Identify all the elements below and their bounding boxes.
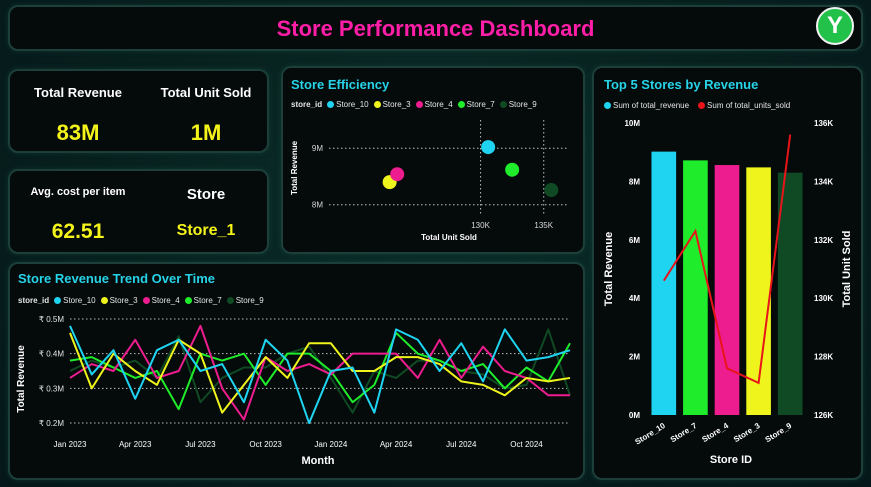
trend-x-tick-label: Jan 2024 <box>314 440 347 449</box>
bar-y2-tick-label: 130K <box>814 294 833 303</box>
brand-logo: Y <box>816 7 854 45</box>
trend-series-line <box>69 325 571 425</box>
scatter-point <box>390 167 405 182</box>
trend-y-tick-label: ₹ 0.4M <box>39 350 64 359</box>
bar-y2-tick-label: 126K <box>814 411 833 420</box>
revenue-bar <box>683 160 708 415</box>
store-efficiency-panel: Store Efficiency store_id Store_10 Store… <box>281 66 585 254</box>
trend-x-tick-label: Jul 2023 <box>185 440 216 449</box>
trend-y-tick-label: ₹ 0.3M <box>39 384 64 393</box>
bar-y-tick-label: 6M <box>629 236 640 245</box>
bar-x-tick-label: Store_3 <box>732 421 762 444</box>
trend-x-tick-label: Jan 2023 <box>54 440 87 449</box>
bar-y-tick-label: 8M <box>629 177 640 186</box>
avg-cost-label: Avg. cost per item <box>30 186 126 198</box>
trend-series-line <box>69 328 571 414</box>
trend-x-tick-label: Jul 2024 <box>446 440 477 449</box>
page-title: Store Performance Dashboard <box>276 16 595 41</box>
bar-y2-tick-label: 132K <box>814 236 833 245</box>
scatter-y-tick-label: 8M <box>312 201 323 210</box>
scatter-x-tick-label: 130K <box>471 221 490 230</box>
scatter-y-axis-label: Total Revenue <box>290 140 299 195</box>
trend-y-tick-label: ₹ 0.5M <box>39 315 64 324</box>
scatter-point <box>544 183 559 198</box>
trend-x-axis-label: Month <box>302 455 335 467</box>
revenue-bar <box>651 151 677 415</box>
bar-x-tick-label: Store_9 <box>764 421 794 444</box>
trend-x-tick-label: Apr 2024 <box>380 440 413 449</box>
bar-y2-tick-label: 128K <box>814 353 833 362</box>
scatter-y-tick-label: 9M <box>312 144 323 153</box>
top5-bar-chart: 0M 2M 4M 6M 8M 10M 126K 128K 130K 132K 134K 136K Sto… <box>603 119 853 466</box>
trend-x-tick-label: Oct 2024 <box>510 440 543 449</box>
bar-y2-axis-label: Total Unit Sold <box>841 231 853 308</box>
trend-y-axis-label: Total Revenue <box>16 345 27 413</box>
bar-x-tick-label: Store_10 <box>633 421 667 447</box>
total-units-label: Total Unit Sold <box>160 85 252 100</box>
avg-cost-value: 62.51 <box>51 220 105 243</box>
header-panel: Store Performance Dashboard <box>8 5 863 51</box>
bar-y-tick-label: 0M <box>629 411 640 420</box>
bar-y2-tick-label: 134K <box>814 177 833 186</box>
bar-x-tick-label: Store_4 <box>700 421 730 444</box>
trend-y-tick-label: ₹ 0.2M <box>39 419 64 428</box>
revenue-bar <box>714 165 740 415</box>
store-value: Store_1 <box>176 222 236 239</box>
store-label: Store <box>186 186 226 203</box>
total-revenue-label: Total Revenue <box>34 85 122 100</box>
scatter-x-tick-label: 135K <box>534 221 553 230</box>
kpi-card-revenue-units: Total Revenue 83M Total Unit Sold 1M <box>8 69 269 153</box>
bar-x-tick-label: Store_7 <box>669 421 699 444</box>
bar-x-axis-label: Store ID <box>710 454 752 466</box>
total-revenue-value: 83M <box>56 120 100 145</box>
top5-panel: Top 5 Stores by Revenue Sum of total_rev… <box>592 66 863 480</box>
scatter-x-axis-label: Total Unit Sold <box>421 233 477 242</box>
trend-panel: Store Revenue Trend Over Time store_id S… <box>8 262 585 480</box>
trend-series-line <box>69 332 571 414</box>
scatter-point <box>481 140 496 155</box>
trend-x-tick-label: Apr 2023 <box>119 440 152 449</box>
bar-y-tick-label: 10M <box>624 119 640 128</box>
bar-y-axis-label: Total Revenue <box>603 232 615 306</box>
scatter-point <box>505 162 520 177</box>
scatter-plot: 8M 9M 130K 135K Total Unit Sold Total Revenue <box>290 120 569 242</box>
total-units-value: 1M <box>190 120 222 145</box>
trend-line-chart: ₹ 0.2M ₹ 0.3M ₹ 0.4M ₹ 0.5M Jan 2023 Apr 2023… <box>16 315 571 467</box>
bar-y-tick-label: 4M <box>629 294 640 303</box>
trend-x-tick-label: Oct 2023 <box>249 440 282 449</box>
bar-y2-tick-label: 136K <box>814 119 833 128</box>
trend-series-line <box>69 324 570 421</box>
kpi-card-avg-cost-store: Avg. cost per item 62.51 Store Store_1 <box>8 169 269 254</box>
bar-y-tick-label: 2M <box>629 353 640 362</box>
